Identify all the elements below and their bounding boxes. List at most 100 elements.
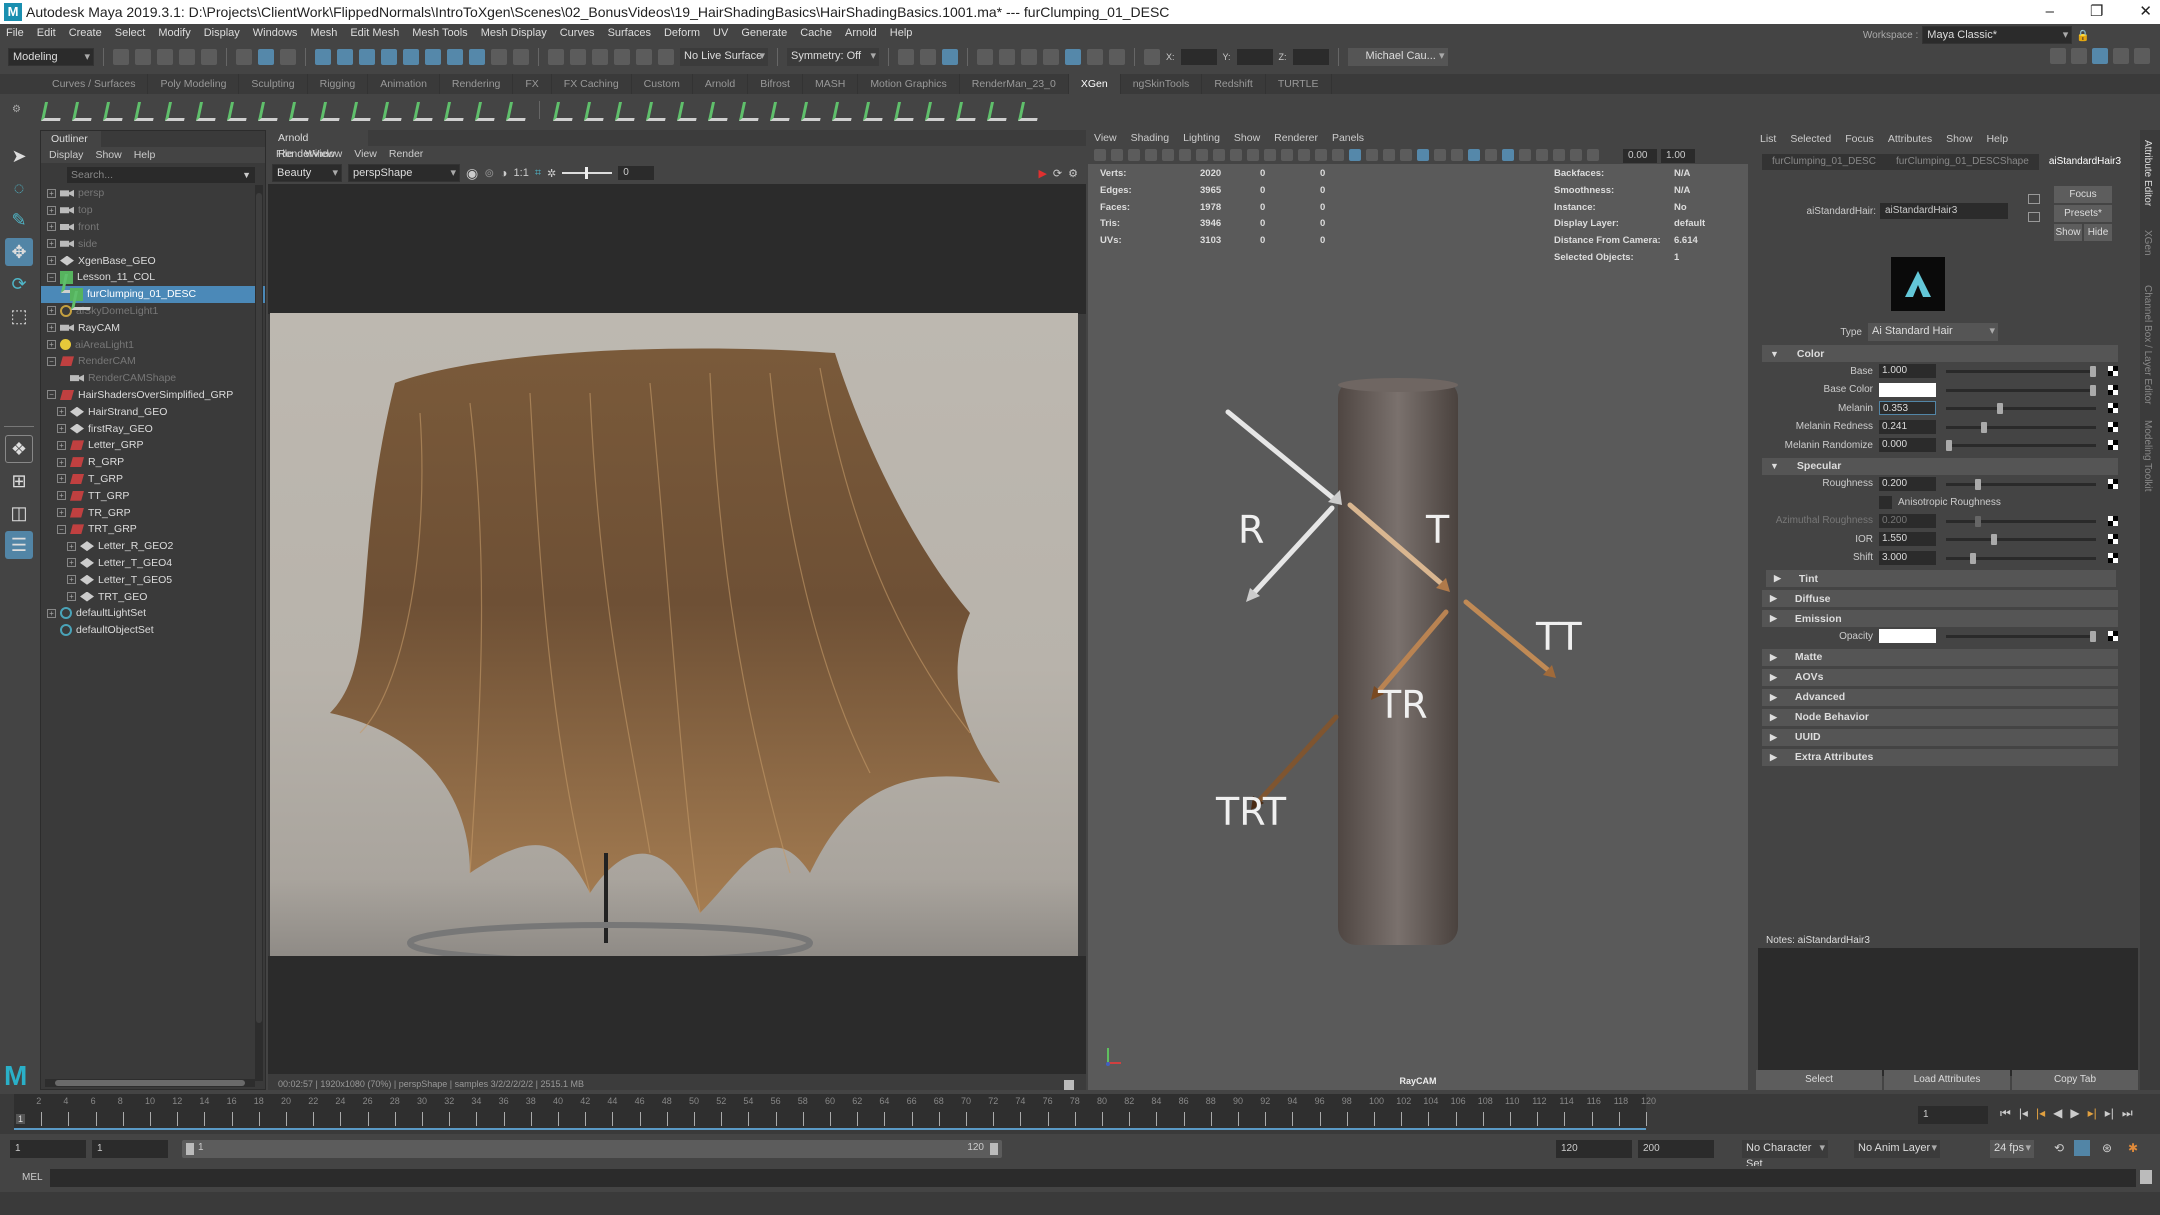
symmetry-dropdown[interactable]: Symmetry: Off [787, 48, 879, 66]
outliner-item[interactable]: + Letter_GRP [41, 437, 265, 454]
xgen-shelf-tool-icon[interactable] [133, 99, 155, 121]
attribute-value-field[interactable]: 0.000 [1879, 438, 1936, 453]
side-tab-channel-box[interactable]: Channel Box / Layer Editor [2142, 285, 2153, 405]
snap-rendering-icon[interactable] [447, 49, 463, 65]
ae-menu-list[interactable]: List [1760, 133, 1776, 145]
shelf-tab-curves-surfaces[interactable]: Curves / Surfaces [40, 74, 149, 94]
opacity-slider[interactable] [1946, 635, 2096, 638]
outliner-item[interactable]: + Letter_T_GEO5 [41, 571, 265, 588]
go-to-end-icon[interactable]: ⏭ [2122, 1106, 2133, 1121]
outliner-search-input[interactable]: Search... [67, 167, 255, 183]
expand-icon[interactable]: + [47, 222, 56, 232]
menu-mesh[interactable]: Mesh [310, 27, 337, 39]
node-name-field[interactable]: aiStandardHair3 [1880, 203, 2008, 219]
menu-select[interactable]: Select [115, 27, 146, 39]
playback-end-field[interactable]: 120 [1556, 1140, 1632, 1158]
undo-icon[interactable] [179, 49, 195, 65]
xgen-shelf-tool-icon[interactable] [583, 99, 605, 121]
attribute-slider[interactable] [1946, 519, 2096, 523]
fps-dropdown[interactable]: 24 fps [1990, 1140, 2034, 1158]
outliner-menu-display[interactable]: Display [49, 149, 83, 161]
current-frame-field[interactable]: 1 [1918, 1106, 1988, 1124]
snap-handles-icon[interactable] [315, 49, 331, 65]
render-settings-icon[interactable] [1043, 49, 1059, 65]
outliner-horizontal-scrollbar[interactable] [45, 1079, 255, 1087]
outliner-menu-show[interactable]: Show [95, 149, 121, 161]
channel-box-icon[interactable] [2134, 48, 2150, 64]
collapse-icon[interactable]: − [47, 390, 56, 400]
menu-help[interactable]: Help [890, 27, 913, 39]
outliner-item[interactable]: + side [41, 235, 265, 252]
workspace-dropdown[interactable]: Maya Classic* [1922, 26, 2073, 44]
section-header[interactable]: ▼ Color [1762, 345, 2118, 362]
anim-prefs-icon[interactable]: ⊛ [2102, 1141, 2112, 1155]
live-surface-field[interactable]: No Live Surface [680, 48, 768, 66]
outliner-layout-icon[interactable]: ☰ [5, 531, 33, 559]
shelf-tab-motion-graphics[interactable]: Motion Graphics [858, 74, 960, 94]
arnold-render-icon[interactable] [1087, 49, 1103, 65]
xgen-shelf-tool-icon[interactable] [412, 99, 434, 121]
xgen-shelf-tool-icon[interactable] [614, 99, 636, 121]
xgen-shelf-tool-icon[interactable] [552, 99, 574, 121]
menu-modify[interactable]: Modify [158, 27, 190, 39]
section-header[interactable]: ▶ AOVs [1762, 668, 2118, 686]
renderview-settings-icon[interactable]: ⚙ [1068, 167, 1078, 180]
outliner-item[interactable]: + TT_GRP [41, 487, 265, 504]
mel-input[interactable] [50, 1169, 2136, 1187]
xgen-shelf-tool-icon[interactable] [924, 99, 946, 121]
side-tab-attribute-editor[interactable]: Attribute Editor [2142, 140, 2153, 206]
aov-dropdown[interactable]: Beauty [272, 164, 342, 182]
shelf-tab-custom[interactable]: Custom [632, 74, 693, 94]
attribute-value-field[interactable]: 1.550 [1879, 532, 1936, 547]
menu-mesh-tools[interactable]: Mesh Tools [412, 27, 467, 39]
expand-icon[interactable]: + [57, 491, 66, 501]
snap-curves-icon[interactable] [359, 49, 375, 65]
map-texture-icon[interactable] [2108, 478, 2118, 489]
slider-handle[interactable] [1974, 478, 1981, 490]
ae-menu-selected[interactable]: Selected [1790, 133, 1831, 145]
character-controls-icon[interactable] [2071, 48, 2087, 64]
auto-key-icon[interactable] [2074, 1140, 2090, 1156]
outliner-item[interactable]: +RenderCAMShape [41, 370, 265, 387]
go-to-start-icon[interactable]: ⏮ [2000, 1106, 2011, 1121]
xform-mode-icon[interactable] [1144, 49, 1160, 65]
attribute-value-field[interactable]: 3.000 [1879, 550, 1936, 565]
map-texture-icon[interactable] [2108, 534, 2118, 544]
script-editor-icon[interactable] [2140, 1170, 2152, 1184]
range-slider[interactable]: 1 120 [182, 1140, 1002, 1158]
collapse-icon[interactable]: − [47, 356, 56, 366]
map-texture-icon[interactable] [2108, 421, 2118, 432]
side-tab-modeling-toolkit[interactable]: Modeling Toolkit [2142, 420, 2153, 492]
map-texture-icon[interactable] [2108, 403, 2118, 413]
exposure-icon[interactable]: ✲ [547, 167, 556, 180]
scene-start-field[interactable]: 1 [10, 1140, 86, 1158]
expand-icon[interactable]: + [57, 474, 66, 484]
xgen-shelf-tool-icon[interactable] [676, 99, 698, 121]
outliner-item[interactable]: + front [41, 219, 265, 236]
ae-menu-help[interactable]: Help [1986, 133, 2008, 145]
ae-menu-attributes[interactable]: Attributes [1888, 133, 1932, 145]
redo-icon[interactable] [201, 49, 217, 65]
lock-icon[interactable]: 🔒 [2076, 29, 2090, 42]
outliner-item[interactable]: + top [41, 202, 265, 219]
menu-cache[interactable]: Cache [800, 27, 832, 39]
xgen-shelf-tool-icon[interactable] [800, 99, 822, 121]
shelf-tab-turtle[interactable]: TURTLE [1266, 74, 1332, 94]
z-field[interactable] [1292, 49, 1329, 65]
play-backward-icon[interactable]: ◀ [2053, 1106, 2062, 1121]
load-attributes-button[interactable]: Load Attributes [1884, 1070, 2010, 1090]
xgen-shelf-tool-icon[interactable] [443, 99, 465, 121]
expand-icon[interactable]: + [67, 541, 76, 551]
expand-icon[interactable]: + [47, 239, 56, 249]
notes-textarea[interactable] [1758, 948, 2138, 1076]
xgen-shelf-tool-icon[interactable] [350, 99, 372, 121]
outliner-item[interactable]: + TR_GRP [41, 504, 265, 521]
minimize-button[interactable]: – [2046, 0, 2054, 24]
xgen-shelf-tool-icon[interactable] [645, 99, 667, 121]
render-play-icon[interactable]: ▶ [1038, 167, 1046, 180]
ipr-render-icon[interactable] [1021, 49, 1037, 65]
character-set-dropdown[interactable]: No Character Set [1742, 1140, 1828, 1170]
snap-misc-icon[interactable] [469, 49, 485, 65]
rgb-channel-icon[interactable]: ⊚ [484, 166, 494, 180]
pause-render-icon[interactable] [1109, 49, 1125, 65]
